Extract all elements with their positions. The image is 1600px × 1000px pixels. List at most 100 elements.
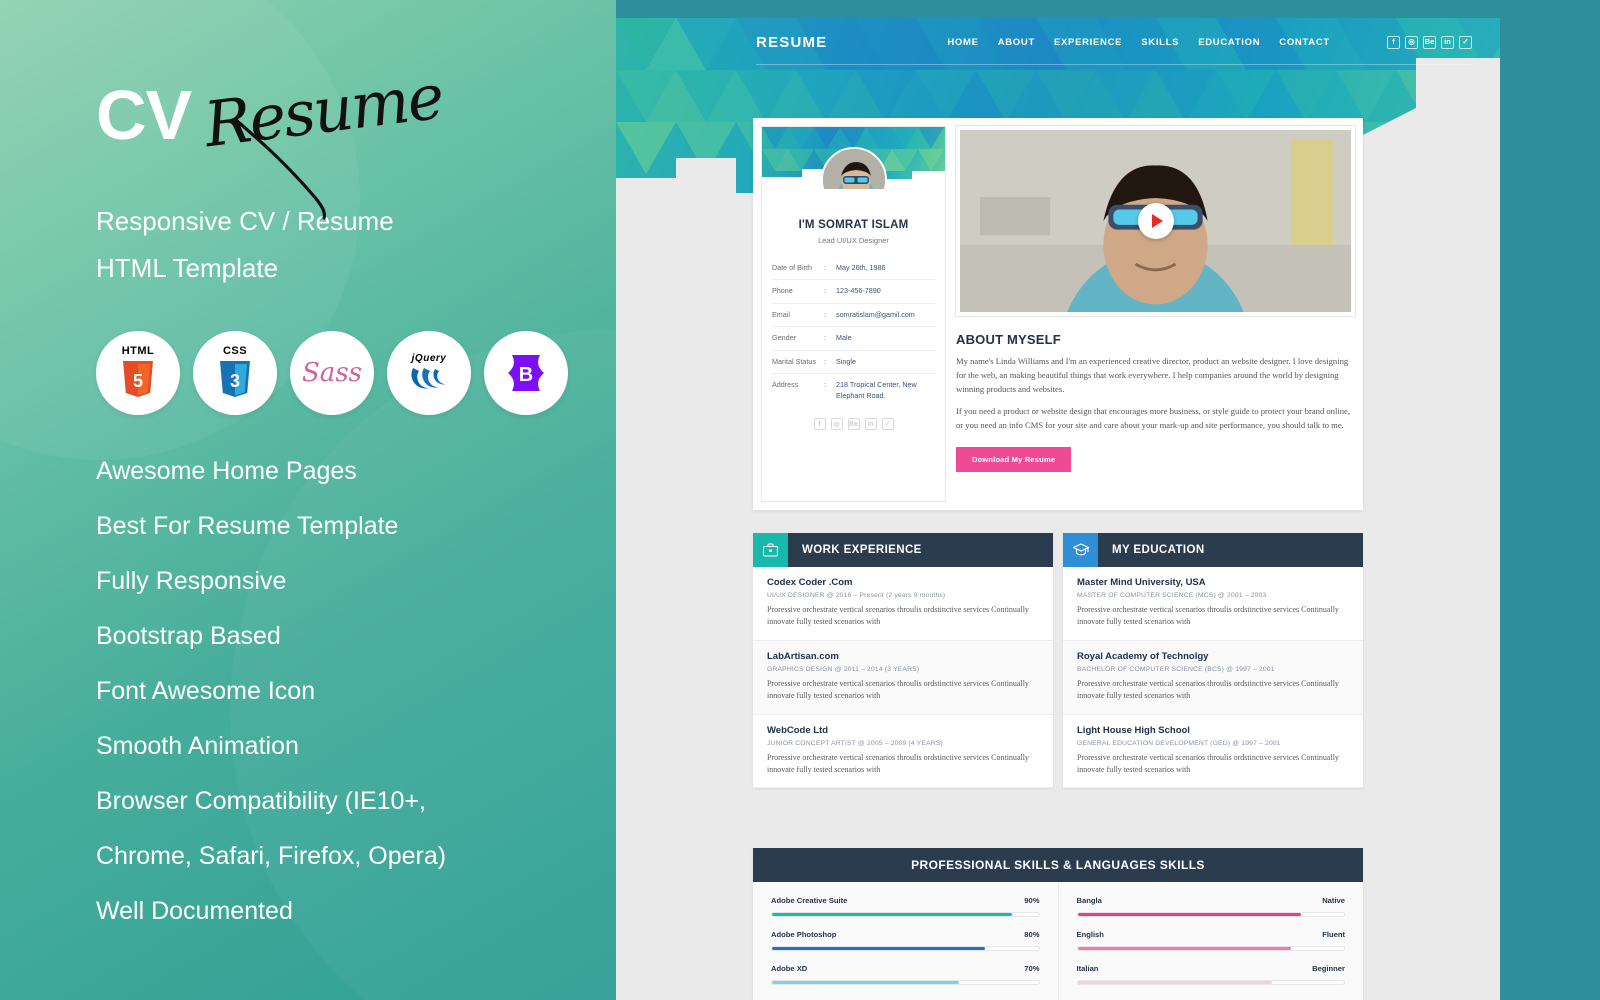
twitter-icon[interactable]: ✓ [881,418,894,431]
education-header: MY EDUCATION [1063,533,1363,567]
work-experience-title: WORK EXPERIENCE [802,544,922,556]
behance-icon[interactable]: Be [847,418,860,431]
profile-detail-row: Address : 218 Tropical Center, New Eleph… [772,374,935,407]
profile-detail-row: Date of Birth : May 26th, 1986 [772,257,935,281]
feature-item: Browser Compatibility (IE10+, [96,786,426,815]
skill-value: 80% [1024,930,1040,939]
entry-meta: BACHELOR OF COMPUTER SCIENCE (BCS) @ 199… [1077,665,1275,673]
nav-social-icons: f ◎ Be in ✓ [1387,35,1472,49]
skill-header: Bangla Native [1077,896,1346,905]
profile-detail-key: Email [772,309,790,319]
entry-title: LabArtisan.com [767,650,839,662]
profile-detail-value: May 26th, 1986 [836,263,886,272]
skill-label: Adobe Creative Suite [771,896,848,905]
intro-card: I'M SOMRAT ISLAM Lead UI/UX Designer Dat… [753,118,1363,510]
feature-item: Best For Resume Template [96,511,399,540]
nav-links: HOME ABOUT EXPERIENCE SKILLS EDUCATION C… [947,37,1330,48]
skills-body: Adobe Creative Suite 90% Adobe Photoshop… [753,882,1363,1000]
skill-value: Native [1322,896,1345,905]
skill-row: Adobe XD 70% [771,964,1040,985]
profile-card: I'M SOMRAT ISLAM Lead UI/UX Designer Dat… [761,126,946,502]
linkedin-icon[interactable]: in [1441,35,1454,49]
profile-detail-row: Phone : 123-456-7890 [772,280,935,304]
bootstrap-badge: B [484,330,568,415]
logo-cv-text: CV [96,76,192,154]
nav-link-experience[interactable]: EXPERIENCE [1054,37,1122,48]
skill-header: Adobe XD 70% [771,964,1040,973]
entry-meta: GRAPHICS DESIGN @ 2011 – 2014 (3 YEARS) [767,665,920,673]
skill-header: Adobe Photoshop 80% [771,930,1040,939]
skill-fill [1077,947,1291,950]
profile-detail-key: Marital Status [772,356,816,366]
navbar-divider [756,64,1472,65]
nav-link-about[interactable]: ABOUT [998,37,1035,48]
feature-item: Fully Responsive [96,566,287,595]
skill-label: Bangla [1076,896,1102,905]
profile-detail-value: somratislam@gamil.com [836,309,915,319]
skill-value: Fluent [1322,930,1345,939]
feature-item: Smooth Animation [96,731,299,760]
skill-header: Italian Beginner [1077,964,1346,973]
skill-track [1076,980,1345,985]
html5-badge: HTML 5 [96,330,180,415]
skills-title: PROFESSIONAL SKILLS & LANGUAGES SKILLS [753,848,1363,882]
sass-badge: Sass [290,330,374,415]
about-paragraph-2: If you need a product or website design … [956,405,1351,430]
instagram-icon[interactable]: ◎ [1405,35,1418,49]
profile-detail-row: Marital Status : Single [772,351,935,375]
nav-link-contact[interactable]: CONTACT [1279,37,1330,48]
professional-skills-column: Adobe Creative Suite 90% Adobe Photoshop… [753,882,1058,1000]
instagram-icon[interactable]: ◎ [830,418,843,431]
entry-meta: GENERAL EDUCATION DEVELOPMENT (GED) @ 19… [1077,739,1281,747]
bootstrap-badge-letter: B [519,364,533,386]
behance-icon[interactable]: Be [1423,35,1436,49]
about-paragraph-1: My name's Linda Williams and I'm an expe… [956,356,1349,394]
profile-role: Lead UI/UX Designer [818,236,889,245]
linkedin-icon[interactable]: in [864,418,877,431]
nav-link-skills[interactable]: SKILLS [1141,37,1179,48]
skill-label: Adobe XD [771,964,808,973]
education-entry: Light House High School GENERAL EDUCATIO… [1063,714,1363,789]
screenshot-stage: CV Resume Responsive CV / Resume HTML Te… [0,0,1600,1000]
skill-value: Beginner [1312,964,1345,973]
about-column: ABOUT MYSELF My name's Linda Williams an… [946,125,1356,502]
experience-entry: WebCode Ltd JUNIOR CONCEPT ARTIST @ 2005… [753,714,1053,789]
download-resume-button[interactable]: Download My Resume [956,446,1072,472]
site-preview-panel: RESUME HOME ABOUT EXPERIENCE SKILLS EDUC… [616,0,1600,1000]
profile-detail-value: Male [836,333,852,343]
facebook-icon[interactable]: f [1387,35,1400,49]
nav-link-education[interactable]: EDUCATION [1198,37,1260,48]
entry-description: Proressive orchestrate vertical scenario… [767,605,1029,627]
intro-video[interactable] [955,125,1356,317]
profile-detail-key: Address [772,380,799,390]
skill-fill [772,947,986,950]
nav-link-home[interactable]: HOME [947,37,978,48]
graduation-icon [1063,533,1098,567]
promo-subtitle-line2: HTML Template [96,253,279,284]
avatar-photo [822,149,885,189]
experience-education-row: WORK EXPERIENCE Codex Coder .Com UI/UX D… [753,533,1363,789]
skill-track [771,980,1040,985]
skill-track [771,912,1040,917]
profile-detail-list: Date of Birth : May 26th, 1986 Phone : 1… [772,257,935,407]
entry-title: WebCode Ltd [767,724,829,736]
resume-website: RESUME HOME ABOUT EXPERIENCE SKILLS EDUC… [616,18,1500,1000]
work-experience-header: WORK EXPERIENCE [753,533,1053,567]
twitter-icon[interactable]: ✓ [1459,35,1472,49]
skill-label: English [1076,930,1104,939]
logo-script-text: Resume [200,59,447,162]
skill-label: Adobe Photoshop [771,930,837,939]
play-button[interactable] [1137,203,1174,239]
profile-detail-colon: : [824,380,826,390]
education-title: MY EDUCATION [1112,544,1205,556]
play-triangle-icon [1151,214,1163,228]
feature-item: Well Documented [96,896,293,925]
profile-detail-colon: : [824,286,826,296]
nav-brand[interactable]: RESUME [756,34,827,51]
profile-detail-key: Gender [772,333,796,343]
graduation-glyph [1072,543,1089,556]
skill-row: Adobe Photoshop 80% [771,930,1040,951]
facebook-icon[interactable]: f [813,418,826,431]
feature-item: Bootstrap Based [96,621,281,650]
profile-detail-value: 218 Tropical Center, New Elephant Road. [836,380,917,400]
